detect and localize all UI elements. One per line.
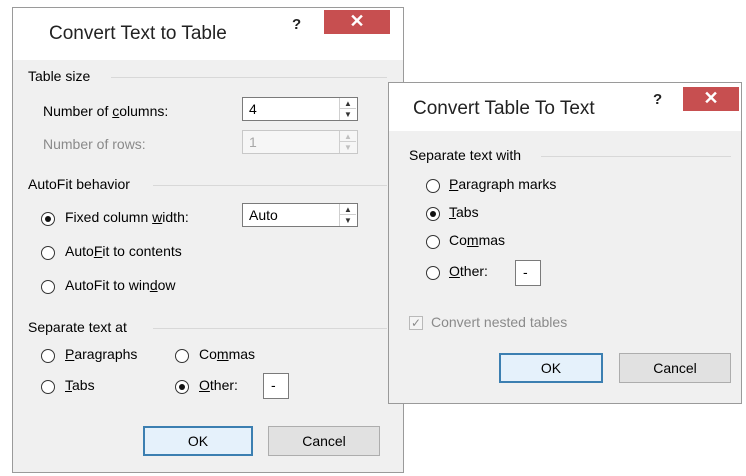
separate-text-with-separator: [541, 156, 731, 157]
spin-up-icon[interactable]: ▲: [340, 98, 356, 109]
other-separator-field[interactable]: -: [263, 373, 289, 399]
dialog-title: Convert Text to Table: [49, 23, 227, 44]
ok-button[interactable]: OK: [499, 353, 603, 383]
convert-nested-tables-checkbox: ✓: [409, 316, 423, 330]
commas-radio[interactable]: [426, 235, 440, 249]
number-of-rows-spinner: 1 ▲ ▼: [242, 130, 358, 154]
cancel-button[interactable]: Cancel: [619, 353, 731, 383]
tabs-label: Tabs: [65, 377, 95, 393]
number-of-rows-value: 1: [249, 134, 257, 150]
other-label: Other:: [199, 377, 238, 393]
autofit-to-contents-radio[interactable]: [41, 246, 55, 260]
title-bar: Convert Table To Text ? ✕: [389, 83, 741, 131]
commas-radio[interactable]: [175, 349, 189, 363]
commas-label: Commas: [199, 346, 256, 362]
close-icon: ✕: [703, 88, 719, 108]
spin-down-icon[interactable]: ▼: [340, 215, 356, 226]
help-button[interactable]: ?: [653, 91, 662, 108]
separate-text-separator: [153, 328, 387, 329]
spin-up-icon: ▲: [340, 131, 356, 142]
tabs-label: Tabs: [449, 204, 479, 220]
paragraphs-label: Paragraphs: [65, 346, 138, 362]
number-of-rows-label: Number of rows:: [43, 136, 146, 152]
fixed-column-width-spinner[interactable]: Auto ▲ ▼: [242, 203, 358, 227]
separate-text-at-label: Separate text at: [28, 319, 127, 335]
commas-label: Commas: [449, 232, 506, 248]
number-of-columns-label: Number of columns:: [43, 103, 169, 119]
autofit-to-contents-label: AutoFit to contents: [65, 243, 182, 259]
title-bar: Convert Text to Table ? ✕: [13, 8, 403, 60]
other-separator-field[interactable]: -: [515, 260, 541, 286]
tabs-radio[interactable]: [426, 207, 440, 221]
autofit-behavior-label: AutoFit behavior: [28, 176, 130, 192]
close-button[interactable]: ✕: [324, 10, 390, 34]
table-size-label: Table size: [28, 68, 91, 84]
other-separator-value: -: [271, 377, 276, 393]
fixed-column-width-radio[interactable]: [41, 212, 55, 226]
other-radio[interactable]: [175, 380, 189, 394]
number-of-columns-spinner[interactable]: 4 ▲ ▼: [242, 97, 358, 121]
ok-button[interactable]: OK: [143, 426, 253, 456]
autofit-to-window-label: AutoFit to window: [65, 277, 176, 293]
other-label: Other:: [449, 263, 488, 279]
spin-down-icon[interactable]: ▼: [340, 109, 356, 120]
tabs-radio[interactable]: [41, 380, 55, 394]
close-icon: ✕: [349, 11, 365, 31]
separate-text-with-label: Separate text with: [409, 147, 522, 163]
convert-text-to-table-dialog: Convert Text to Table ? ✕ Table size Num…: [12, 7, 404, 473]
spin-down-icon: ▼: [344, 143, 352, 152]
convert-table-to-text-dialog: Convert Table To Text ? ✕ Separate text …: [388, 82, 742, 404]
other-separator-value: -: [523, 264, 528, 280]
spin-up-icon[interactable]: ▲: [340, 204, 356, 215]
paragraph-marks-label: Paragraph marks: [449, 176, 557, 192]
fixed-column-width-value: Auto: [249, 207, 278, 223]
table-size-separator: [111, 77, 387, 78]
dialog-title: Convert Table To Text: [413, 98, 595, 119]
convert-nested-tables-label: Convert nested tables: [431, 314, 568, 330]
paragraphs-radio[interactable]: [41, 349, 55, 363]
close-button[interactable]: ✕: [683, 87, 739, 111]
autofit-to-window-radio[interactable]: [41, 280, 55, 294]
number-of-columns-value: 4: [249, 101, 257, 117]
paragraph-marks-radio[interactable]: [426, 179, 440, 193]
autofit-separator: [153, 185, 387, 186]
other-radio[interactable]: [426, 266, 440, 280]
help-button[interactable]: ?: [292, 16, 301, 33]
cancel-button[interactable]: Cancel: [268, 426, 380, 456]
fixed-column-width-label: Fixed column width:: [65, 209, 189, 225]
